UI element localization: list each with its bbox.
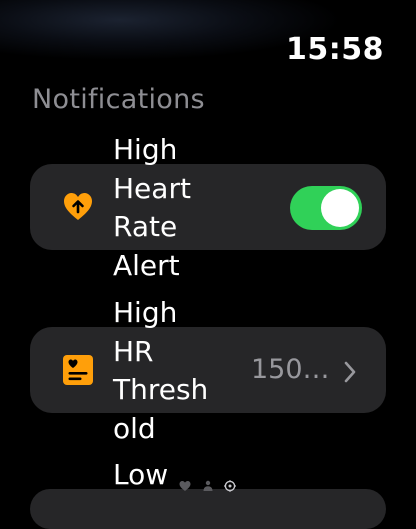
low-row[interactable] [30,489,386,529]
person-icon [203,480,213,491]
high-hr-threshold-value: 150… [251,354,330,385]
gear-icon [224,480,236,492]
high-heart-rate-alert-label: High Heart Rate Alert [113,133,191,282]
chevron-right-icon [344,361,356,383]
high-hr-threshold-label: High HR Thresh old [113,296,209,445]
heart-card-icon [63,355,93,385]
heart-icon [179,481,191,491]
heart-arrow-up-icon [64,193,92,220]
high-heart-rate-alert-toggle[interactable] [290,186,362,230]
page-indicator [179,480,236,492]
status-time: 15:58 [286,32,384,67]
toggle-knob [321,189,359,227]
section-title: Notifications [32,84,205,115]
